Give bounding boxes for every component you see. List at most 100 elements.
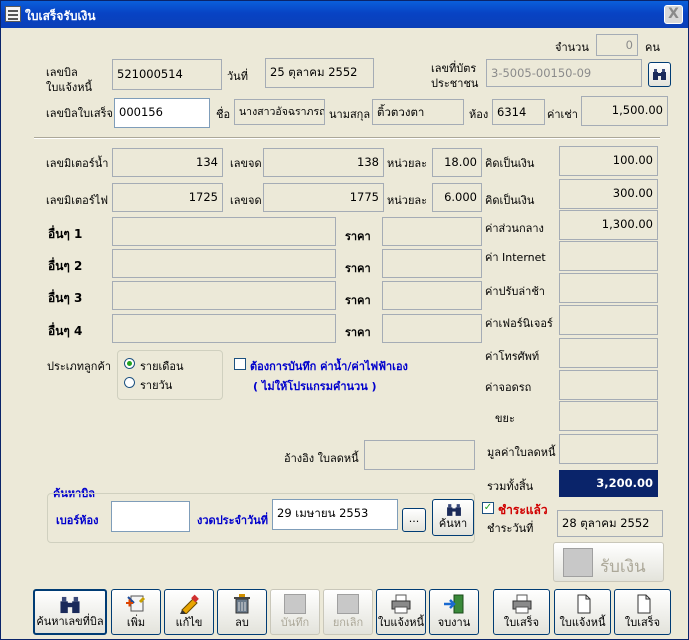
receipt-document-button[interactable]: ใบเสร็จ bbox=[614, 589, 671, 635]
print-receipt-label: ใบเสร็จ bbox=[503, 616, 540, 629]
invoice-no-field[interactable]: 521000514 bbox=[112, 59, 222, 90]
phone-fee-field[interactable] bbox=[559, 338, 658, 368]
surname-label: นามสกุล bbox=[329, 108, 371, 121]
customer-type-label: ประเภทลูกค้า bbox=[47, 360, 111, 373]
water-amount-field[interactable]: 100.00 bbox=[559, 146, 658, 176]
water-amount-label: คิดเป็นเงิน bbox=[485, 157, 535, 170]
elec-rate-field[interactable]: 6.000 bbox=[432, 183, 482, 212]
receipt-document-label: ใบเสร็จ bbox=[624, 616, 661, 629]
name-label: ชื่อ bbox=[216, 108, 231, 121]
delete-button[interactable]: ลบ bbox=[217, 589, 267, 635]
elec-amount-field[interactable]: 300.00 bbox=[559, 179, 658, 209]
add-icon bbox=[126, 595, 146, 612]
other-4-price-field[interactable] bbox=[382, 314, 482, 343]
period-input[interactable]: 29 เมษายน 2553 bbox=[272, 499, 398, 530]
other-2-price-field[interactable] bbox=[382, 249, 482, 278]
rent-field[interactable]: 1,500.00 bbox=[581, 96, 668, 126]
period-picker-button[interactable]: ... bbox=[402, 508, 426, 532]
name-field[interactable]: นางสาวอัจฉราภรณ์ bbox=[234, 99, 325, 125]
water-curr-field[interactable]: 138 bbox=[263, 148, 384, 177]
trash-fee-label: ขยะ bbox=[495, 412, 515, 425]
add-button[interactable]: เพิ่ม bbox=[111, 589, 161, 635]
daily-label: รายวัน bbox=[140, 379, 173, 392]
edit-button[interactable]: แก้ไข bbox=[164, 589, 214, 635]
paid-date-field[interactable]: 28 ตุลาคม 2552 bbox=[557, 510, 663, 537]
furniture-fee-field[interactable] bbox=[559, 305, 658, 335]
elec-meter-label: เลขมิเตอร์ไฟ bbox=[46, 194, 109, 207]
room-search-label: เบอร์ห้อง bbox=[56, 514, 99, 527]
room-field[interactable]: 6314 bbox=[492, 99, 545, 125]
print-receipt-button[interactable]: ใบเสร็จ bbox=[493, 589, 550, 635]
water-prev-field[interactable]: 134 bbox=[112, 148, 223, 177]
common-fee-field[interactable]: 1,300.00 bbox=[559, 210, 658, 240]
document-icon bbox=[577, 594, 590, 614]
add-label: เพิ่ม bbox=[126, 616, 146, 629]
binoculars-icon bbox=[653, 69, 666, 80]
other-3-label: อื่นๆ 3 bbox=[48, 291, 83, 305]
water-rate-label: หน่วยละ bbox=[387, 157, 428, 170]
elec-curr-field[interactable]: 1775 bbox=[263, 183, 384, 212]
water-reading-label: เลขจด bbox=[230, 157, 262, 170]
delete-label: ลบ bbox=[235, 616, 249, 629]
id-card-search-button[interactable] bbox=[648, 62, 671, 87]
reference-label: อ้างอิง ใบลดหนี้ bbox=[284, 452, 359, 465]
paid-checkbox[interactable]: ✓ bbox=[482, 502, 494, 514]
receipt-no-label: เลขบิลใบเสร็จ bbox=[46, 107, 113, 120]
rent-label: ค่าเช่า bbox=[547, 108, 578, 121]
period-label: งวดประจำวันที่ bbox=[197, 514, 269, 527]
invoice-no-label-2: ใบแจ้งหนี้ bbox=[46, 81, 93, 94]
date-field[interactable]: 25 ตุลาคม 2552 bbox=[265, 58, 374, 88]
other-1-label: อื่นๆ 1 bbox=[48, 227, 83, 241]
cancel-button[interactable]: ยกเลิก bbox=[323, 589, 373, 635]
manual-record-label: ต้องการบันทึก ค่าน้ำ/ค่าไฟฟ้าเอง bbox=[250, 360, 408, 373]
cancel-icon bbox=[337, 594, 359, 614]
other-1-price-label: ราคา bbox=[345, 230, 371, 243]
other-4-field[interactable] bbox=[112, 314, 336, 343]
water-rate-field[interactable]: 18.00 bbox=[432, 148, 482, 177]
window-app-icon bbox=[5, 6, 21, 22]
other-1-field[interactable] bbox=[112, 217, 336, 246]
other-3-price-label: ราคา bbox=[345, 294, 371, 307]
other-4-price-label: ราคา bbox=[345, 326, 371, 339]
surname-field[interactable]: ติ้วตวงตา bbox=[372, 99, 464, 125]
reference-field[interactable] bbox=[364, 440, 475, 470]
save-button[interactable]: บันทึก bbox=[270, 589, 320, 635]
invoice-document-button[interactable]: ใบแจ้งหนี้ bbox=[554, 589, 611, 635]
other-1-price-field[interactable] bbox=[382, 217, 482, 246]
internet-fee-field[interactable] bbox=[559, 241, 658, 271]
find-bill-number-label: ค้นหาเลขที่บิล bbox=[36, 615, 104, 628]
debt-note-value-field[interactable] bbox=[559, 434, 658, 464]
other-2-label: อื่นๆ 2 bbox=[48, 259, 83, 273]
print-invoice-button[interactable]: ใบแจ้งหนี้ bbox=[376, 589, 426, 635]
manual-record-checkbox[interactable] bbox=[234, 358, 246, 370]
search-button[interactable]: ค้นหา bbox=[432, 499, 474, 536]
manual-record-note: ( ไม่ให้โปรแกรมคำนวน ) bbox=[253, 380, 377, 393]
elec-amount-label: คิดเป็นเงิน bbox=[485, 194, 535, 207]
daily-radio[interactable] bbox=[124, 377, 135, 388]
room-search-input[interactable] bbox=[111, 501, 190, 532]
other-3-price-field[interactable] bbox=[382, 281, 482, 310]
exit-label: จบงาน bbox=[437, 616, 471, 629]
find-bill-number-button[interactable]: ค้นหาเลขที่บิล bbox=[33, 589, 107, 635]
total-field[interactable]: 3,200.00 bbox=[559, 470, 658, 497]
cancel-label: ยกเลิก bbox=[332, 616, 364, 629]
total-label: รวมทั้งสิ้น bbox=[487, 480, 534, 493]
internet-fee-label: ค่า Internet bbox=[485, 251, 546, 264]
exit-button[interactable]: จบงาน bbox=[429, 589, 479, 635]
late-fee-label: ค่าปรับล่าช้า bbox=[485, 285, 545, 298]
monthly-radio[interactable] bbox=[124, 358, 135, 369]
count-field[interactable]: 0 bbox=[596, 34, 638, 56]
close-button[interactable]: X bbox=[664, 5, 683, 24]
id-card-field[interactable]: 3-5005-00150-09 bbox=[486, 59, 642, 87]
trash-fee-field[interactable] bbox=[559, 401, 658, 431]
parking-fee-label: ค่าจอดรถ bbox=[485, 381, 532, 394]
parking-fee-field[interactable] bbox=[559, 370, 658, 400]
elec-prev-field[interactable]: 1725 bbox=[112, 183, 223, 212]
window-title: ใบเสร็จรับเงิน bbox=[25, 9, 96, 23]
late-fee-field[interactable] bbox=[559, 273, 658, 303]
receipt-no-field[interactable]: 000156 bbox=[114, 98, 210, 128]
receive-money-button[interactable]: รับเงิน bbox=[553, 542, 664, 582]
edit-icon bbox=[180, 594, 199, 614]
other-2-field[interactable] bbox=[112, 249, 336, 278]
other-3-field[interactable] bbox=[112, 281, 336, 310]
